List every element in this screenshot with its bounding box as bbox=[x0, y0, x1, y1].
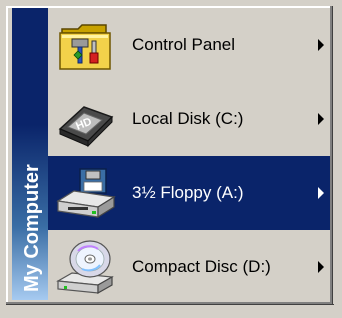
menu-side-banner: My Computer bbox=[12, 8, 48, 300]
banner-text-wrap: My Computer bbox=[12, 92, 48, 292]
my-computer-submenu: My Computer Control Panel HD Local Disk … bbox=[0, 0, 342, 318]
cd-drive-icon bbox=[54, 237, 118, 297]
menu-item-label: Control Panel bbox=[132, 35, 236, 54]
menu-item-label: Compact Disc (D:) bbox=[132, 257, 271, 276]
menu-item-label: Local Disk (C:) bbox=[132, 109, 244, 128]
menu-item-local-disk[interactable]: HD Local Disk (C:) bbox=[48, 82, 330, 156]
menu-item-compact-disc[interactable]: Compact Disc (D:) bbox=[48, 230, 330, 304]
submenu-arrow-icon bbox=[318, 39, 324, 51]
submenu-arrow-icon bbox=[318, 187, 324, 199]
menu-item-floppy-drive[interactable]: 3½ Floppy (A:) bbox=[48, 156, 330, 230]
submenu-arrow-icon bbox=[318, 261, 324, 273]
hard-disk-icon: HD bbox=[54, 89, 118, 149]
menu-bevel-dark-bottom bbox=[6, 304, 334, 305]
submenu-arrow-icon bbox=[318, 113, 324, 125]
banner-title: My Computer bbox=[21, 164, 43, 292]
floppy-drive-icon bbox=[54, 163, 118, 223]
control-panel-icon bbox=[54, 15, 118, 75]
menu-item-control-panel[interactable]: Control Panel bbox=[48, 8, 330, 82]
menu-item-label: 3½ Floppy (A:) bbox=[132, 183, 244, 202]
menu-bevel-dark-right bbox=[332, 6, 333, 305]
menu-bevel-highlight-left bbox=[6, 6, 8, 302]
